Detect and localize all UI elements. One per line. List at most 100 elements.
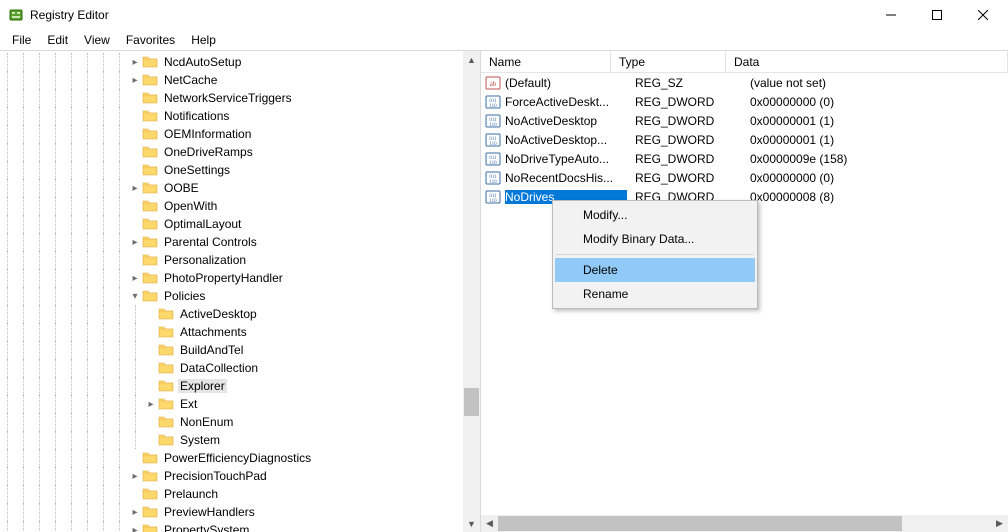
tree-item[interactable]: ▸PhotoPropertyHandler (0, 269, 480, 287)
tree-item-label: Personalization (162, 253, 248, 267)
tree-item-label: Prelaunch (162, 487, 220, 501)
value-row[interactable]: ab(Default)REG_SZ(value not set) (481, 73, 1008, 92)
scroll-right-icon[interactable]: ▶ (991, 515, 1008, 532)
scroll-down-icon[interactable]: ▼ (463, 515, 480, 532)
folder-icon (142, 505, 158, 519)
tree-vertical-scrollbar[interactable]: ▲ ▼ (463, 51, 480, 532)
tree-item[interactable]: ▸PreviewHandlers (0, 503, 480, 521)
value-type: REG_SZ (627, 76, 742, 90)
tree-item[interactable]: ▸Ext (0, 395, 480, 413)
tree-item[interactable]: ▸OptimalLayout (0, 215, 480, 233)
tree-item[interactable]: ▸OpenWith (0, 197, 480, 215)
folder-icon (158, 415, 174, 429)
value-row[interactable]: 011110NoDriveTypeAuto...REG_DWORD0x00000… (481, 149, 1008, 168)
column-header-name[interactable]: Name (481, 51, 611, 73)
list-horizontal-scrollbar[interactable]: ◀ ▶ (481, 515, 1008, 532)
folder-icon (142, 127, 158, 141)
chevron-right-icon[interactable]: ▸ (128, 269, 142, 287)
minimize-button[interactable] (868, 0, 914, 30)
menu-edit[interactable]: Edit (39, 31, 76, 49)
folder-icon (142, 289, 158, 303)
dword-value-icon: 011110 (485, 94, 501, 110)
menu-file[interactable]: File (4, 31, 39, 49)
tree-item[interactable]: ▸PropertySystem (0, 521, 480, 532)
chevron-down-icon[interactable]: ▾ (128, 287, 142, 305)
chevron-right-icon[interactable]: ▸ (128, 503, 142, 521)
value-row[interactable]: 011110NoRecentDocsHis...REG_DWORD0x00000… (481, 168, 1008, 187)
tree-item[interactable]: ▸NonEnum (0, 413, 480, 431)
tree-item-label: OneDriveRamps (162, 145, 255, 159)
dword-value-icon: 011110 (485, 113, 501, 129)
tree-item[interactable]: ▾ Policies (0, 287, 480, 305)
menu-help[interactable]: Help (183, 31, 224, 49)
tree-item[interactable]: ▸Notifications (0, 107, 480, 125)
context-menu[interactable]: Modify...Modify Binary Data... DeleteRena… (552, 200, 758, 309)
value-name: NoActiveDesktop (505, 114, 627, 128)
tree-item[interactable]: ▸OneDriveRamps (0, 143, 480, 161)
scroll-left-icon[interactable]: ◀ (481, 515, 498, 532)
chevron-right-icon[interactable]: ▸ (128, 467, 142, 485)
tree-item-label: OpenWith (162, 199, 219, 213)
folder-icon (142, 271, 158, 285)
context-menu-item[interactable]: Modify Binary Data... (555, 227, 755, 251)
tree-item[interactable]: ▸OEMInformation (0, 125, 480, 143)
tree-item[interactable]: ▸NetCache (0, 71, 480, 89)
close-button[interactable] (960, 0, 1006, 30)
chevron-right-icon[interactable]: ▸ (128, 53, 142, 71)
tree-item-label: Explorer (178, 379, 227, 393)
tree-item[interactable]: ▸Attachments (0, 323, 480, 341)
tree-item[interactable]: ▸OneSettings (0, 161, 480, 179)
tree-item[interactable]: ▸NcdAutoSetup (0, 53, 480, 71)
string-value-icon: ab (485, 75, 501, 91)
folder-icon (142, 145, 158, 159)
tree-item-label: BuildAndTel (178, 343, 245, 357)
value-row[interactable]: 011110NoActiveDesktop...REG_DWORD0x00000… (481, 130, 1008, 149)
values-list[interactable]: ab(Default)REG_SZ(value not set)011110Fo… (481, 73, 1008, 206)
value-data: 0x00000000 (0) (742, 171, 1008, 185)
value-data: 0x00000001 (1) (742, 114, 1008, 128)
chevron-right-icon[interactable]: ▸ (128, 71, 142, 89)
context-menu-item[interactable]: Rename (555, 282, 755, 306)
context-menu-item[interactable]: Modify... (555, 203, 755, 227)
folder-icon (142, 469, 158, 483)
chevron-right-icon[interactable]: ▸ (128, 233, 142, 251)
menu-favorites[interactable]: Favorites (118, 31, 183, 49)
tree-item[interactable]: ▸PrecisionTouchPad (0, 467, 480, 485)
maximize-button[interactable] (914, 0, 960, 30)
folder-icon (158, 343, 174, 357)
folder-icon (158, 325, 174, 339)
dword-value-icon: 011110 (485, 132, 501, 148)
tree-item[interactable]: ▸Parental Controls (0, 233, 480, 251)
tree-item[interactable]: ▸System (0, 431, 480, 449)
context-menu-item[interactable]: Delete (555, 258, 755, 282)
value-data: 0x0000009e (158) (742, 152, 1008, 166)
folder-icon (142, 181, 158, 195)
tree-item-label: Policies (162, 289, 207, 303)
tree-item-label: OneSettings (162, 163, 232, 177)
column-header-data[interactable]: Data (726, 51, 1008, 73)
value-name: (Default) (505, 76, 627, 90)
folder-icon (142, 451, 158, 465)
registry-tree[interactable]: ▸NcdAutoSetup▸NetCache▸NetworkServiceTri… (0, 51, 480, 532)
chevron-right-icon[interactable]: ▸ (144, 395, 158, 413)
folder-icon (142, 199, 158, 213)
menu-view[interactable]: View (76, 31, 118, 49)
tree-item[interactable]: ▸ActiveDesktop (0, 305, 480, 323)
tree-item[interactable]: ▸PowerEfficiencyDiagnostics (0, 449, 480, 467)
tree-item[interactable]: ▸DataCollection (0, 359, 480, 377)
tree-item[interactable]: ▸NetworkServiceTriggers (0, 89, 480, 107)
tree-item[interactable]: ▸Explorer (0, 377, 480, 395)
tree-item[interactable]: ▸Prelaunch (0, 485, 480, 503)
value-row[interactable]: 011110ForceActiveDeskt...REG_DWORD0x0000… (481, 92, 1008, 111)
tree-item[interactable]: ▸BuildAndTel (0, 341, 480, 359)
tree-item[interactable]: ▸Personalization (0, 251, 480, 269)
tree-item-label: Notifications (162, 109, 231, 123)
column-header-type[interactable]: Type (611, 51, 726, 73)
scroll-up-icon[interactable]: ▲ (463, 51, 480, 68)
value-row[interactable]: 011110NoActiveDesktopREG_DWORD0x00000001… (481, 111, 1008, 130)
chevron-right-icon[interactable]: ▸ (128, 521, 142, 532)
tree-item[interactable]: ▸OOBE (0, 179, 480, 197)
value-type: REG_DWORD (627, 152, 742, 166)
chevron-right-icon[interactable]: ▸ (128, 179, 142, 197)
value-data: 0x00000001 (1) (742, 133, 1008, 147)
